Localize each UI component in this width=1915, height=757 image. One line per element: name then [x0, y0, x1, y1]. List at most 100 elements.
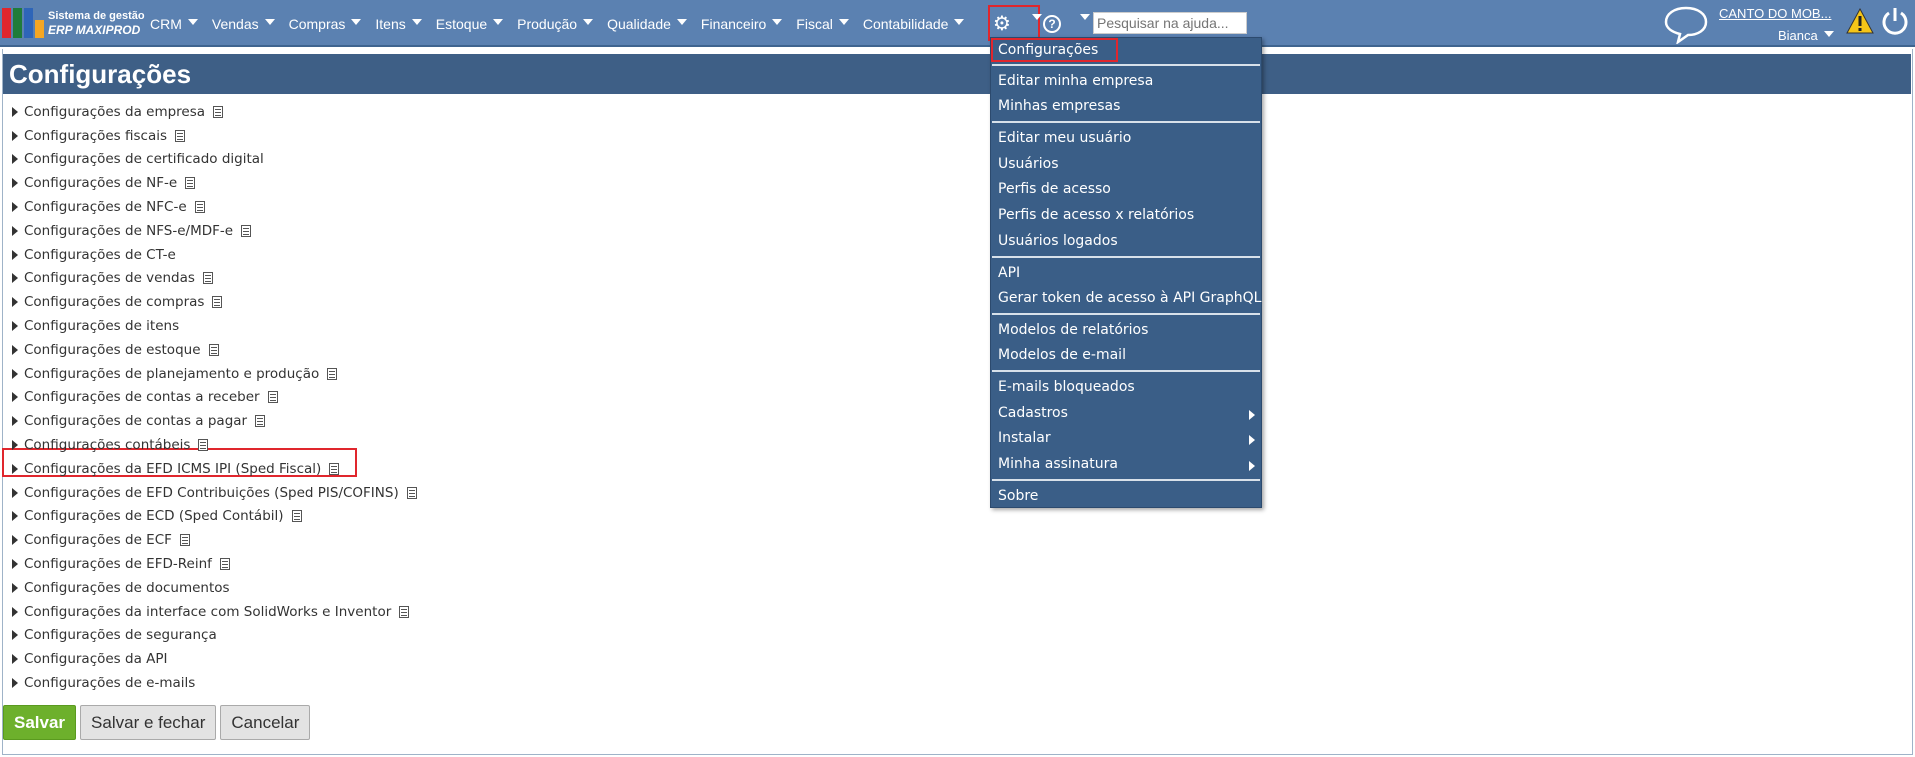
dropdown-item-minha-assinatura[interactable]: Minha assinatura	[998, 456, 1118, 472]
menu-vendas[interactable]: Vendas	[212, 16, 275, 32]
tree-item-label[interactable]: Configurações de NFS-e/MDF-e	[24, 223, 233, 239]
warning-icon[interactable]	[1846, 8, 1874, 34]
expand-arrow-icon[interactable]	[12, 606, 18, 617]
dropdown-item-api[interactable]: API	[998, 265, 1020, 281]
expand-arrow-icon[interactable]	[12, 654, 18, 665]
expand-arrow-icon[interactable]	[12, 630, 18, 641]
document-icon[interactable]	[208, 343, 219, 356]
dropdown-item-instalar[interactable]: Instalar	[998, 430, 1051, 446]
dropdown-item-configuracoes[interactable]: Configurações	[998, 42, 1098, 58]
tree-item-label[interactable]: Configurações de ECF	[24, 532, 172, 548]
tree-item[interactable]: Configurações de itens	[12, 314, 417, 338]
dropdown-item-usuarios-logados[interactable]: Usuários logados	[998, 233, 1118, 249]
expand-arrow-icon[interactable]	[12, 297, 18, 308]
tree-item-label[interactable]: Configurações de documentos	[24, 580, 230, 596]
tree-item[interactable]: Configurações de documentos	[12, 576, 417, 600]
tree-item-label[interactable]: Configurações de segurança	[24, 627, 217, 643]
tree-item-label[interactable]: Configurações fiscais	[24, 128, 167, 144]
cancel-button[interactable]: Cancelar	[220, 705, 311, 740]
save-close-button[interactable]: Salvar e fechar	[80, 705, 217, 740]
help-search-input[interactable]	[1093, 12, 1247, 34]
expand-arrow-icon[interactable]	[12, 582, 18, 593]
tree-item[interactable]: Configurações de certificado digital	[12, 148, 417, 172]
document-icon[interactable]	[291, 510, 302, 523]
dropdown-item-editar-empresa[interactable]: Editar minha empresa	[998, 73, 1153, 89]
expand-arrow-icon[interactable]	[12, 678, 18, 689]
menu-compras[interactable]: Compras	[289, 16, 362, 32]
document-icon[interactable]	[185, 177, 196, 190]
chevron-down-icon[interactable]	[1080, 14, 1090, 20]
expand-arrow-icon[interactable]	[12, 321, 18, 332]
tree-item-label[interactable]: Configurações de NF-e	[24, 175, 177, 191]
tree-item-label[interactable]: Configurações de NFC-e	[24, 199, 187, 215]
expand-arrow-icon[interactable]	[12, 178, 18, 189]
document-icon[interactable]	[194, 201, 205, 214]
menu-financeiro[interactable]: Financeiro	[701, 16, 783, 32]
tree-item-label[interactable]: Configurações de contas a receber	[24, 389, 260, 405]
dropdown-item-sobre[interactable]: Sobre	[998, 488, 1038, 504]
tree-item-label[interactable]: Configurações de EFD-Reinf	[24, 556, 212, 572]
tree-item[interactable]: Configurações da interface com SolidWork…	[12, 600, 417, 624]
power-icon[interactable]	[1880, 6, 1910, 36]
dropdown-item-emails-bloqueados[interactable]: E-mails bloqueados	[998, 379, 1135, 395]
tree-item[interactable]: Configurações da EFD ICMS IPI (Sped Fisc…	[12, 457, 417, 481]
tree-item[interactable]: Configurações de contas a pagar	[12, 409, 417, 433]
expand-arrow-icon[interactable]	[12, 440, 18, 451]
document-icon[interactable]	[267, 391, 278, 404]
chat-icon[interactable]	[1663, 4, 1709, 44]
dropdown-item-usuarios[interactable]: Usuários	[998, 156, 1059, 172]
tree-item-label[interactable]: Configurações da API	[24, 651, 168, 667]
expand-arrow-icon[interactable]	[12, 344, 18, 355]
expand-arrow-icon[interactable]	[12, 535, 18, 546]
tree-item[interactable]: Configurações de planejamento e produção	[12, 362, 417, 386]
document-icon[interactable]	[202, 272, 213, 285]
document-icon[interactable]	[213, 105, 224, 118]
expand-arrow-icon[interactable]	[12, 392, 18, 403]
document-icon[interactable]	[175, 129, 186, 142]
menu-itens[interactable]: Itens	[375, 16, 422, 32]
dropdown-item-minhas-empresas[interactable]: Minhas empresas	[998, 98, 1120, 114]
tree-item-label[interactable]: Configurações da EFD ICMS IPI (Sped Fisc…	[24, 461, 321, 477]
tree-item-label[interactable]: Configurações de planejamento e produção	[24, 366, 319, 382]
tree-item-label[interactable]: Configurações de contas a pagar	[24, 413, 247, 429]
expand-arrow-icon[interactable]	[12, 511, 18, 522]
document-icon[interactable]	[327, 367, 338, 380]
tree-item[interactable]: Configurações contábeis	[12, 433, 417, 457]
gear-icon[interactable]: ⚙	[992, 13, 1012, 33]
tree-item-label[interactable]: Configurações de e-mails	[24, 675, 195, 691]
tree-item-label[interactable]: Configurações da interface com SolidWork…	[24, 604, 391, 620]
dropdown-item-editar-usuario[interactable]: Editar meu usuário	[998, 130, 1131, 146]
expand-arrow-icon[interactable]	[12, 154, 18, 165]
tree-item-label[interactable]: Configurações de CT-e	[24, 247, 176, 263]
document-icon[interactable]	[399, 605, 410, 618]
tree-item[interactable]: Configurações fiscais	[12, 124, 417, 148]
save-button[interactable]: Salvar	[3, 705, 77, 740]
tree-item[interactable]: Configurações de CT-e	[12, 243, 417, 267]
document-icon[interactable]	[219, 558, 230, 571]
tree-item[interactable]: Configurações de segurança	[12, 624, 417, 648]
tree-item-label[interactable]: Configurações de compras	[24, 294, 204, 310]
user-menu[interactable]: Bianca	[1778, 28, 1834, 43]
menu-estoque[interactable]: Estoque	[436, 16, 504, 32]
dropdown-item-token-graphql[interactable]: Gerar token de acesso à API GraphQL	[998, 290, 1261, 306]
tree-item-label[interactable]: Configurações da empresa	[24, 104, 205, 120]
menu-qualidade[interactable]: Qualidade	[607, 16, 687, 32]
menu-contabilidade[interactable]: Contabilidade	[863, 16, 965, 32]
dropdown-item-modelos-email[interactable]: Modelos de e-mail	[998, 347, 1126, 363]
tree-item-label[interactable]: Configurações contábeis	[24, 437, 190, 453]
expand-arrow-icon[interactable]	[12, 249, 18, 260]
document-icon[interactable]	[406, 486, 417, 499]
document-icon[interactable]	[198, 439, 209, 452]
tree-item-label[interactable]: Configurações de certificado digital	[24, 151, 264, 167]
tree-item[interactable]: Configurações de EFD-Reinf	[12, 552, 417, 576]
tree-item[interactable]: Configurações de vendas	[12, 267, 417, 291]
tree-item-label[interactable]: Configurações de ECD (Sped Contábil)	[24, 508, 284, 524]
tree-item[interactable]: Configurações de estoque	[12, 338, 417, 362]
expand-arrow-icon[interactable]	[12, 202, 18, 213]
tree-item-label[interactable]: Configurações de itens	[24, 318, 179, 334]
expand-arrow-icon[interactable]	[12, 273, 18, 284]
tree-item[interactable]: Configurações da empresa	[12, 100, 417, 124]
tree-item[interactable]: Configurações de NF-e	[12, 171, 417, 195]
tree-item[interactable]: Configurações de NFS-e/MDF-e	[12, 219, 417, 243]
document-icon[interactable]	[329, 462, 340, 475]
